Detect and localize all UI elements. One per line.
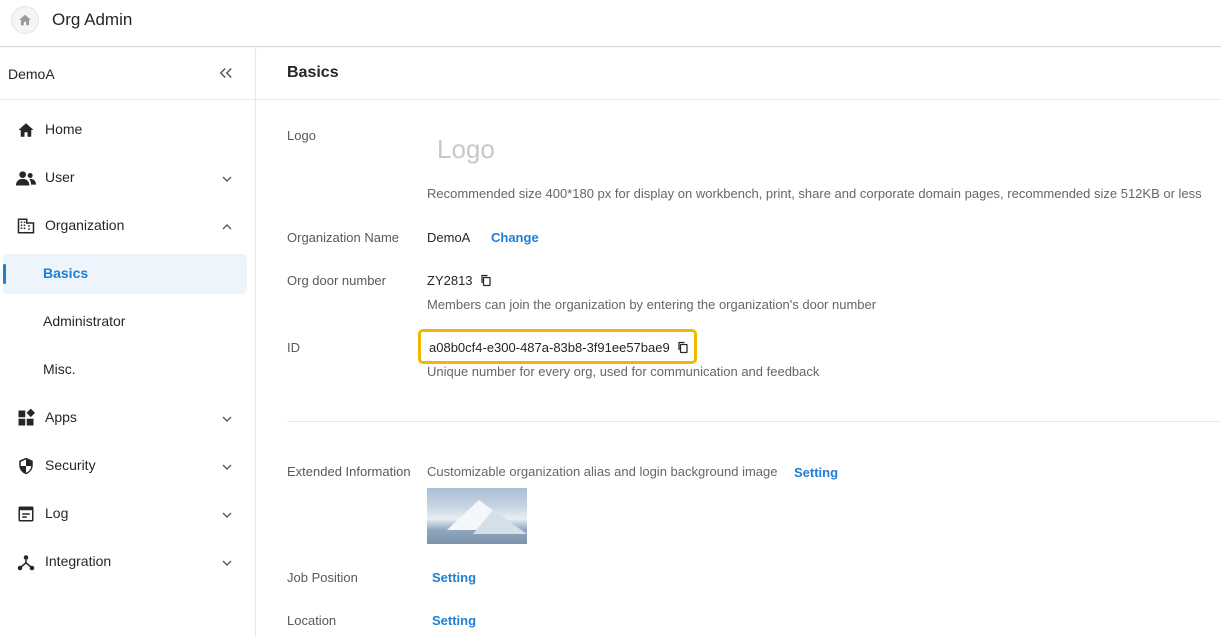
sidebar-item-organization[interactable]: Organization xyxy=(0,202,256,250)
sidebar-item-log[interactable]: Log xyxy=(0,490,256,538)
extended-info-text: Customizable organization alias and logi… xyxy=(427,464,778,479)
org-name: DemoA xyxy=(8,66,55,82)
id-highlight-box: a08b0cf4-e300-487a-83b8-3f91ee57bae9 xyxy=(418,329,697,364)
chevron-down-icon xyxy=(219,411,235,427)
door-number-label: Org door number xyxy=(287,273,386,288)
sidebar-subitem-basics[interactable]: Basics xyxy=(0,250,256,298)
app-title: Org Admin xyxy=(52,10,133,29)
apps-icon xyxy=(16,408,36,428)
door-number-value: ZY2813 xyxy=(427,273,473,288)
sidebar-item-label: Organization xyxy=(45,217,125,233)
sidebar-subitem-misc[interactable]: Misc. xyxy=(0,346,256,394)
copy-icon[interactable] xyxy=(480,274,492,290)
logo-hint: Recommended size 400*180 px for display … xyxy=(427,186,1202,201)
active-indicator xyxy=(3,264,6,284)
top-bar: Org Admin xyxy=(0,0,1221,47)
job-position-setting-button[interactable]: Setting xyxy=(432,570,476,585)
copy-icon[interactable] xyxy=(677,341,689,357)
sidebar-item-security[interactable]: Security xyxy=(0,442,256,490)
sidebar-item-label: Apps xyxy=(45,409,77,425)
collapse-sidebar-icon[interactable] xyxy=(217,64,235,82)
change-org-name-button[interactable]: Change xyxy=(491,230,539,245)
id-hint: Unique number for every org, used for co… xyxy=(427,364,820,379)
org-name-value: DemoA xyxy=(427,230,471,245)
section-divider xyxy=(287,421,1221,422)
sidebar-item-label: Home xyxy=(45,121,83,137)
org-switcher: DemoA xyxy=(0,48,256,100)
sidebar-subitem-administrator[interactable]: Administrator xyxy=(0,298,256,346)
sidebar-item-label: User xyxy=(45,169,75,185)
sidebar-item-label: Security xyxy=(45,457,96,473)
chevron-down-icon xyxy=(219,555,235,571)
sidebar: DemoA Home User Organization Basics Admi… xyxy=(0,48,256,637)
home-icon[interactable] xyxy=(11,6,39,34)
active-highlight xyxy=(3,254,247,294)
id-value: a08b0cf4-e300-487a-83b8-3f91ee57bae9 xyxy=(429,340,670,355)
page-title: Basics xyxy=(287,64,339,81)
login-background-thumbnail xyxy=(427,488,527,544)
sidebar-subitem-label: Administrator xyxy=(43,313,126,329)
chevron-down-icon xyxy=(219,459,235,475)
chevron-down-icon xyxy=(219,171,235,187)
extended-info-label: Extended Information xyxy=(287,464,411,479)
page-header: Basics xyxy=(257,48,1221,100)
chevron-up-icon xyxy=(219,219,235,235)
sidebar-item-home[interactable]: Home xyxy=(0,106,256,154)
door-number-hint: Members can join the organization by ent… xyxy=(427,297,877,312)
logo-label: Logo xyxy=(287,128,316,143)
location-setting-button[interactable]: Setting xyxy=(432,613,476,628)
org-name-label: Organization Name xyxy=(287,230,399,245)
job-position-label: Job Position xyxy=(287,570,358,585)
sidebar-item-user[interactable]: User xyxy=(0,154,256,202)
main-content: Basics Logo Logo Recommended size 400*18… xyxy=(257,48,1221,637)
sidebar-item-label: Integration xyxy=(45,553,112,569)
shield-icon xyxy=(16,456,36,476)
home-icon xyxy=(16,120,36,140)
sidebar-item-label: Log xyxy=(45,505,69,521)
users-icon xyxy=(16,168,36,188)
integration-icon xyxy=(16,552,36,572)
sidebar-item-integration[interactable]: Integration xyxy=(0,538,256,586)
logo-upload[interactable]: Logo xyxy=(437,134,495,165)
location-label: Location xyxy=(287,613,337,628)
sidebar-item-apps[interactable]: Apps xyxy=(0,394,256,442)
extended-info-setting-button[interactable]: Setting xyxy=(794,465,838,480)
sidebar-subitem-label: Basics xyxy=(43,265,89,281)
id-row: a08b0cf4-e300-487a-83b8-3f91ee57bae9 xyxy=(429,340,689,357)
building-icon xyxy=(16,216,36,236)
sidebar-subitem-label: Misc. xyxy=(43,361,76,377)
door-number-row: ZY2813 xyxy=(427,273,492,290)
chevron-down-icon xyxy=(219,507,235,523)
id-label: ID xyxy=(287,340,300,355)
log-icon xyxy=(16,504,36,524)
